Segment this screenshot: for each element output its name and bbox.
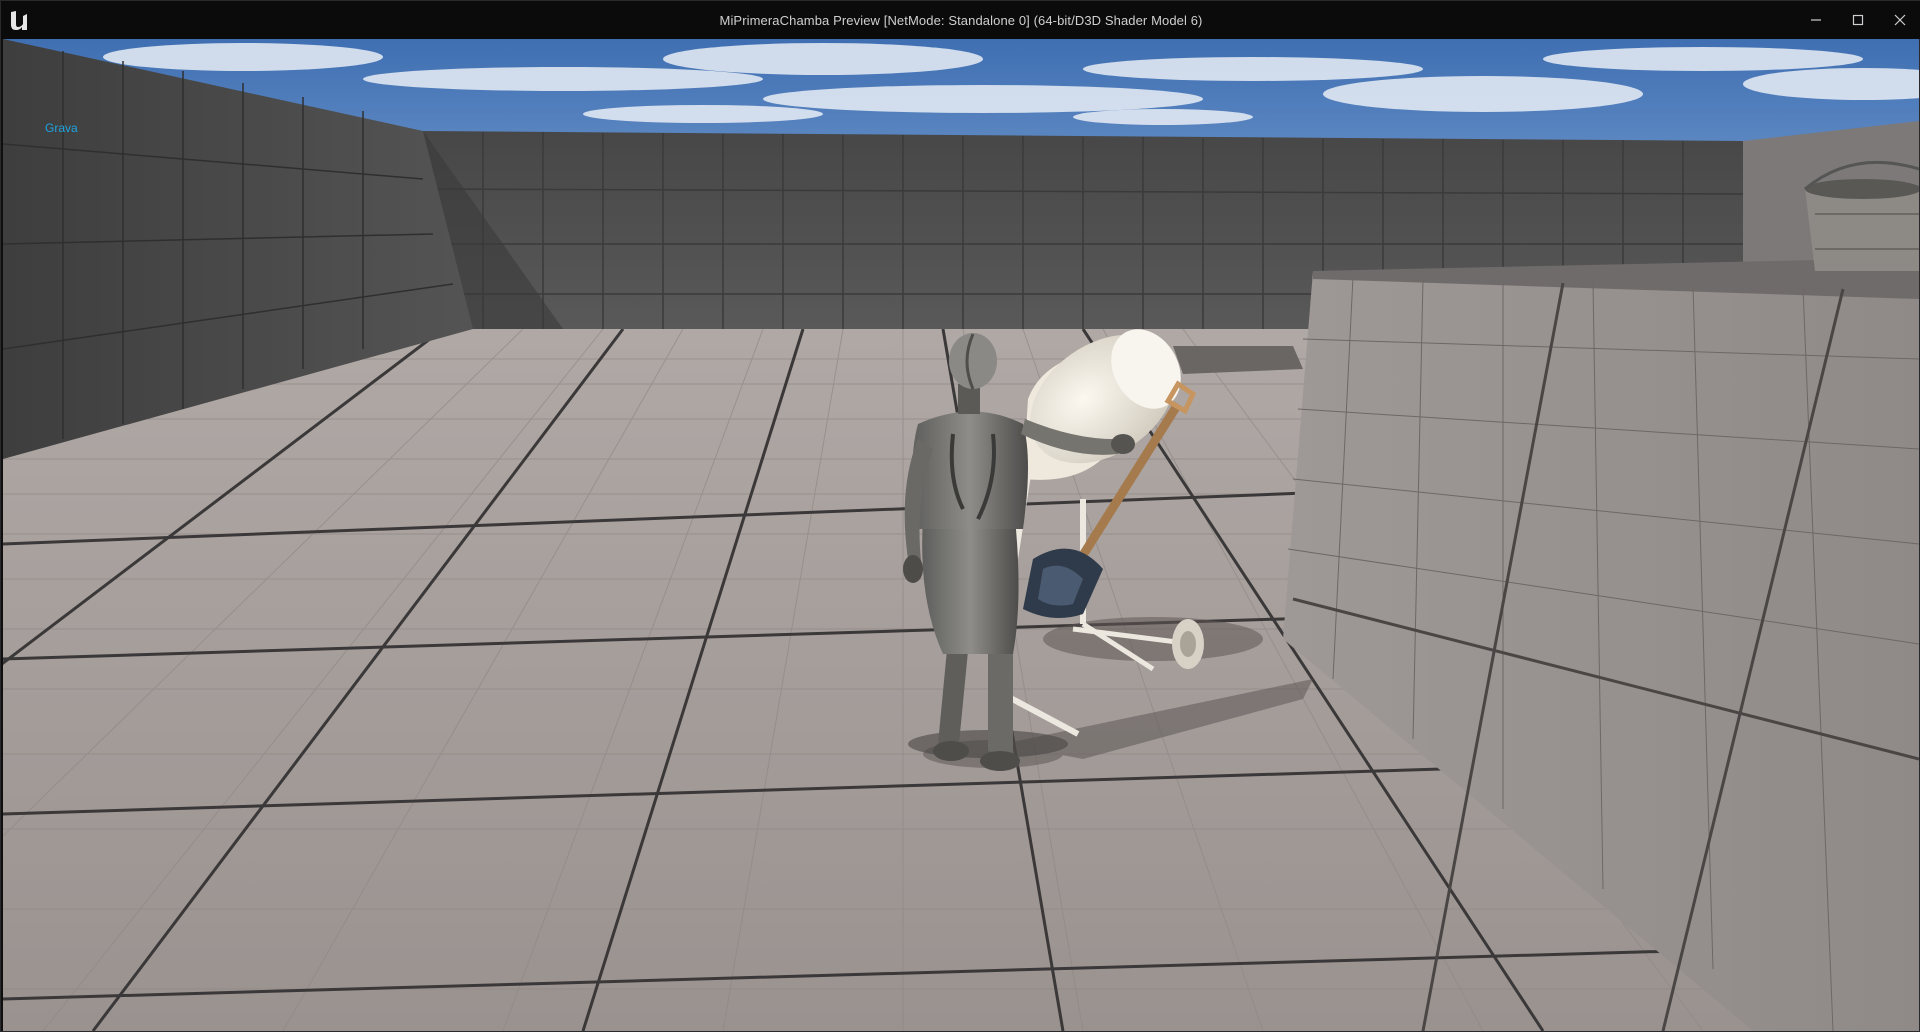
title-bar[interactable]: MiPrimeraChamba Preview [NetMode: Standa… xyxy=(1,1,1920,39)
close-button[interactable] xyxy=(1879,1,1920,39)
distant-ramp xyxy=(1173,346,1303,374)
window-title: MiPrimeraChamba Preview [NetMode: Standa… xyxy=(719,12,1203,28)
minimize-button[interactable] xyxy=(1795,1,1837,39)
window-controls xyxy=(1795,1,1920,39)
game-viewport[interactable]: Grava xyxy=(3,39,1919,1031)
maximize-icon xyxy=(1852,14,1864,26)
game-scene xyxy=(3,39,1919,1031)
maximize-button[interactable] xyxy=(1837,1,1879,39)
minimize-icon xyxy=(1811,19,1821,21)
unreal-engine-logo-icon xyxy=(11,11,27,30)
close-icon xyxy=(1894,14,1906,26)
game-window: MiPrimeraChamba Preview [NetMode: Standa… xyxy=(0,0,1920,1032)
hud-status-text: Grava xyxy=(45,121,78,135)
